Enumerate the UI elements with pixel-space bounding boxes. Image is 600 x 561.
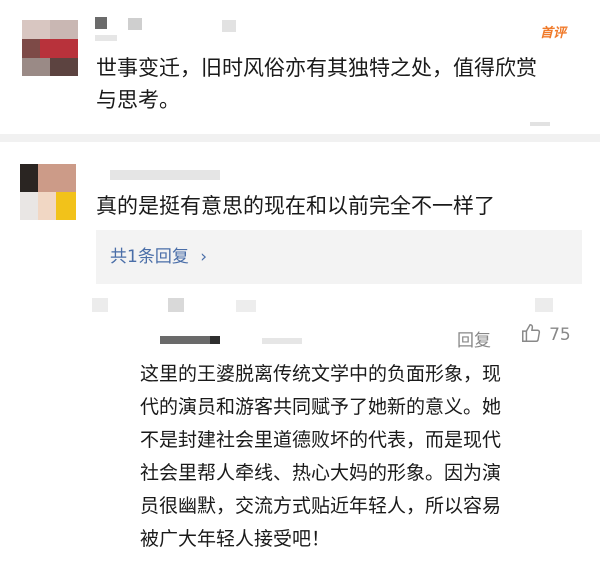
meta-redacted [535,298,553,312]
comment-text-line: 世事变迁，旧时风俗亦有其独特之处，值得欣赏 [96,56,537,80]
reply-text-line: 不是封建社会里道德败坏的代表，而是现代 [140,429,502,451]
meta-redacted [92,298,108,312]
meta-redacted [168,298,184,312]
first-comment-badge: 首评 [540,26,567,41]
comment-text-line: 与思考。 [96,88,180,112]
thumbs-up-icon [520,322,542,348]
username-redacted [210,336,220,344]
meta-redacted [530,122,550,126]
reply-count-label: 共1条回复 [110,247,189,267]
username-redacted [110,170,220,180]
reply-text-line: 被广大年轻人接受吧！ [140,528,331,550]
username-redacted [160,336,210,344]
reply-text: 这里的王婆脱离传统文学中的负面形象，现 代的演员和游客共同赋予了她新的意义。她 … [140,358,590,556]
chevron-right-icon: › [200,247,208,267]
username-redacted [128,18,142,30]
meta-redacted [95,35,117,41]
view-replies-link[interactable]: 共1条回复 › [110,242,207,267]
reply-thread-box[interactable]: 共1条回复 › [96,230,582,284]
like-count: 75 [549,325,571,345]
comment-text: 真的是挺有意思的现在和以前完全不一样了 [96,194,495,218]
reply-text-line: 这里的王婆脱离传统文学中的负面形象，现 [140,363,502,385]
username-redacted [222,20,236,32]
reply-text-line: 员很幽默，交流方式贴近年轻人，所以容易 [140,495,502,517]
reply-text-line: 社会里帮人牵线、热心大妈的形象。因为演 [140,462,502,484]
like-button[interactable]: 75 [520,322,571,350]
avatar[interactable] [22,20,78,76]
meta-redacted [262,338,302,344]
meta-redacted [236,300,256,312]
divider [0,134,600,142]
reply-button[interactable]: 回复 [457,326,491,351]
avatar[interactable] [20,164,76,220]
username-redacted [95,17,107,29]
reply-text-line: 代的演员和游客共同赋予了她新的意义。她 [140,396,502,418]
comment-text: 世事变迁，旧时风俗亦有其独特之处，值得欣赏 与思考。 [96,52,586,116]
